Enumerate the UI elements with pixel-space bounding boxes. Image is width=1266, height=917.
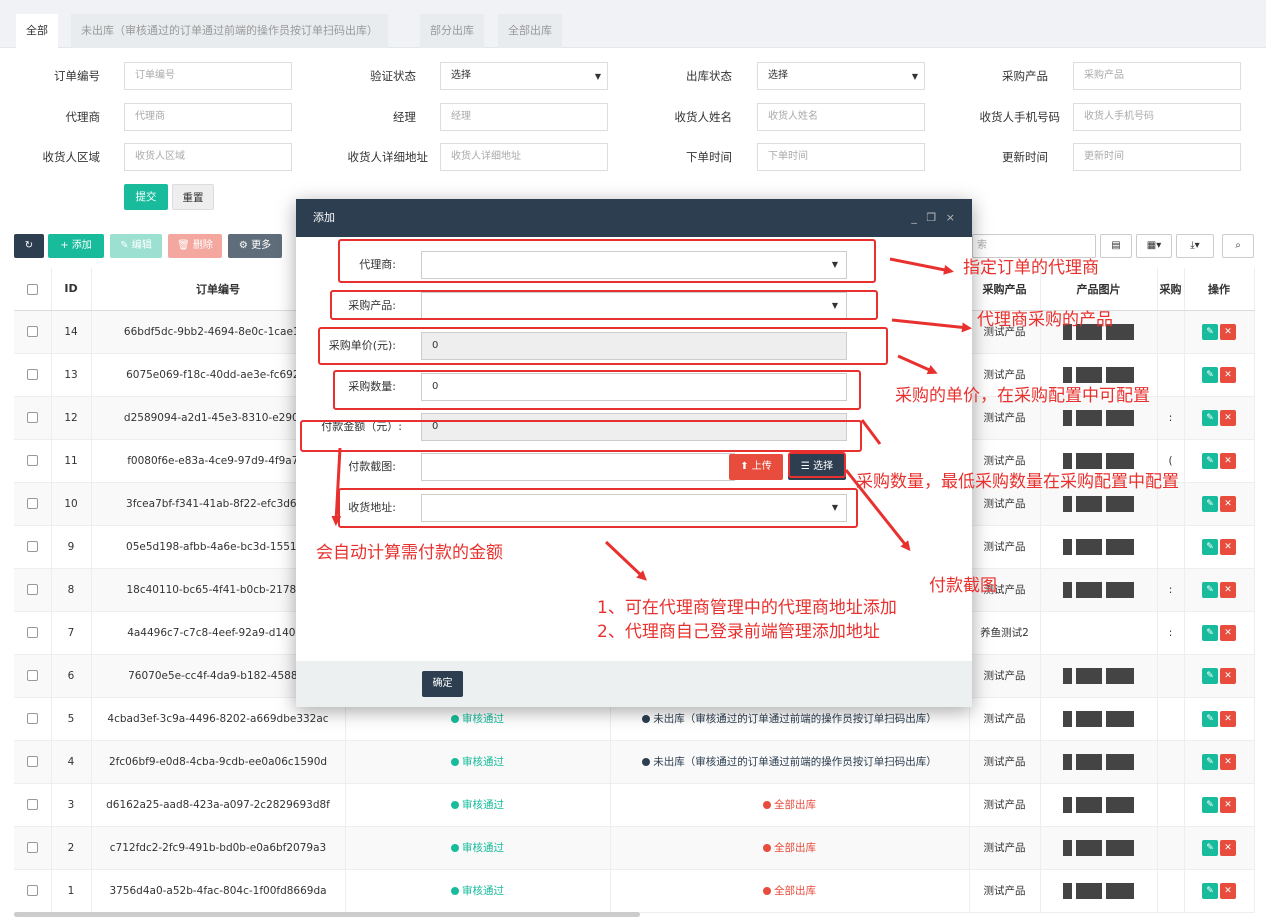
note-amount: 会自动计算需付款的金额: [316, 543, 503, 563]
arrow-qty: [860, 419, 882, 445]
note-qty: 采购数量，最低采购数量在采购配置中配置: [856, 472, 1179, 492]
note-screenshot: 付款截图: [929, 576, 997, 596]
note-product: 代理商采购的产品: [977, 310, 1113, 330]
arrow-address: [604, 540, 647, 581]
arrow-amount: [331, 447, 342, 526]
note-address-2: 2、代理商自己登录前端管理添加地址: [597, 622, 880, 642]
annotation-arrows: [331, 257, 972, 581]
note-agent: 指定订单的代理商: [963, 258, 1099, 278]
arrow-product: [891, 318, 972, 333]
arrow-agent: [889, 257, 954, 275]
arrow-price: [897, 354, 938, 375]
note-address-1: 1、可在代理商管理中的代理商地址添加: [597, 598, 897, 618]
note-price: 采购的单价，在采购配置中可配置: [895, 386, 1150, 406]
